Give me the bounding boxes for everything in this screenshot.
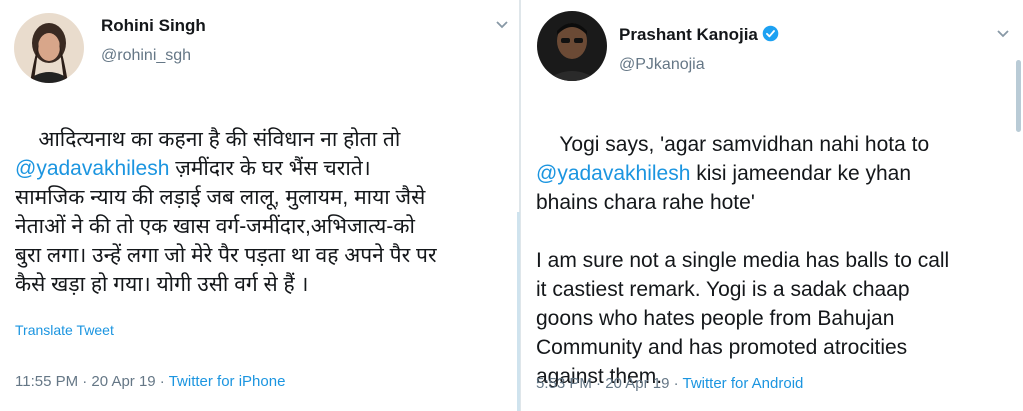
divider [517, 212, 520, 411]
scrollbar-thumb[interactable] [1016, 60, 1021, 132]
translate-tweet-link[interactable]: Translate Tweet [15, 322, 114, 338]
timestamp[interactable]: 11:55 PM · 20 Apr 19 · [15, 373, 169, 390]
tweet-text-line: आदित्यनाथ का कहना है की संविधान ना होता … [38, 128, 401, 151]
right-tweet: Prashant Kanojia @PJkanojia Yogi says, '… [521, 0, 1023, 411]
source-link[interactable]: Twitter for iPhone [169, 373, 286, 390]
tweet-text-paragraph: सामजिक न्याय की लड़ाई जब लालू, मुलायम, म… [15, 186, 437, 296]
timestamp[interactable]: 5:53 PM · 20 Apr 19 · [536, 375, 682, 392]
display-name-row: Prashant Kanojia [619, 25, 779, 45]
user-handle[interactable]: @PJkanojia [619, 56, 705, 74]
tweet-text-line: kisi jameendar ke yhan [690, 162, 912, 185]
mention-link[interactable]: @yadavakhilesh [536, 162, 690, 185]
source-link[interactable]: Twitter for Android [682, 375, 803, 392]
tweet-text-line: ज़मींदार के घर भैंस चराते। [169, 157, 371, 180]
tweet-text: आदित्यनाथ का कहना है की संविधान ना होता … [15, 96, 515, 328]
chevron-down-icon[interactable] [995, 26, 1011, 42]
tweet-text-paragraph: bhains chara rahe hote' I am sure not a … [536, 191, 950, 388]
avatar[interactable] [537, 11, 607, 81]
verified-badge-icon [762, 25, 779, 42]
display-name[interactable]: Rohini Singh [101, 16, 206, 36]
tweet-text-line: Yogi says, 'agar samvidhan nahi hota to [559, 133, 930, 156]
user-handle[interactable]: @rohini_sgh [101, 47, 191, 65]
avatar[interactable] [14, 13, 84, 83]
tweet-meta: 11:55 PM · 20 Apr 19 · Twitter for iPhon… [15, 373, 285, 390]
mention-link[interactable]: @yadavakhilesh [15, 157, 169, 180]
tweet-text: Yogi says, 'agar samvidhan nahi hota to @… [536, 101, 1021, 411]
left-tweet: Rohini Singh @rohini_sgh आदित्यनाथ का कह… [0, 0, 521, 411]
display-name[interactable]: Prashant Kanojia [619, 25, 758, 44]
tweet-meta: 5:53 PM · 20 Apr 19 · Twitter for Androi… [536, 375, 803, 392]
chevron-down-icon[interactable] [494, 17, 510, 33]
